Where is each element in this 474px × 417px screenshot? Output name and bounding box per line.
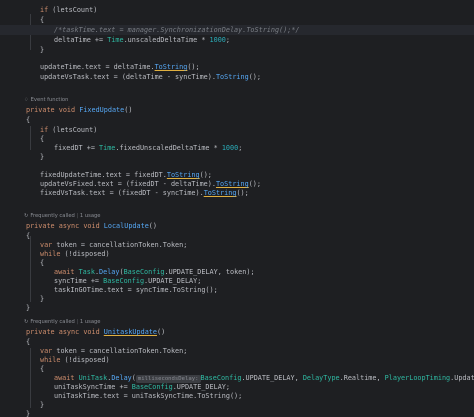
- code-line[interactable]: private async void UnitaskUpdate(): [0, 327, 474, 337]
- code-line[interactable]: {: [0, 115, 474, 125]
- code-line[interactable]: }: [0, 45, 474, 55]
- code-line[interactable]: fixedVsTask.text = (fixedDT - syncTime).…: [0, 188, 474, 198]
- code-line[interactable]: updateTime.text = deltaTime.ToString();: [0, 62, 474, 72]
- code-editor[interactable]: if (letsCount) { /*taskTime.text = manag…: [0, 0, 474, 417]
- code-line[interactable]: private void FixedUpdate(): [0, 105, 474, 115]
- code-line[interactable]: deltaTime += Time.unscaledDeltaTime * 10…: [0, 35, 474, 45]
- code-vision-hint[interactable]: ♢ Event function: [24, 96, 68, 105]
- code-line[interactable]: if (letsCount): [0, 5, 474, 15]
- frequently-called-icon: ↻: [24, 213, 29, 219]
- frequently-called-icon: ↻: [24, 319, 29, 325]
- code-line[interactable]: }: [0, 303, 474, 313]
- code-line[interactable]: }: [0, 152, 474, 162]
- code-line-current[interactable]: /*taskTime.text = manager.Synchronizatio…: [0, 25, 474, 35]
- code-vision-hint[interactable]: ↻ Frequently called | 1 usage: [24, 318, 101, 327]
- code-vision-hint[interactable]: ↻ Frequently called | 1 usage: [24, 212, 101, 221]
- unity-event-icon: ♢: [24, 97, 29, 103]
- code-line[interactable]: {: [0, 15, 474, 25]
- code-line[interactable]: private async void LocalUpdate(): [0, 221, 474, 231]
- comment: /*taskTime.text = manager.Synchronizatio…: [54, 26, 300, 34]
- code-line[interactable]: updateVsTask.text = (deltaTime - syncTim…: [0, 72, 474, 82]
- code-line[interactable]: }: [0, 409, 474, 417]
- keyword: if: [40, 6, 49, 14]
